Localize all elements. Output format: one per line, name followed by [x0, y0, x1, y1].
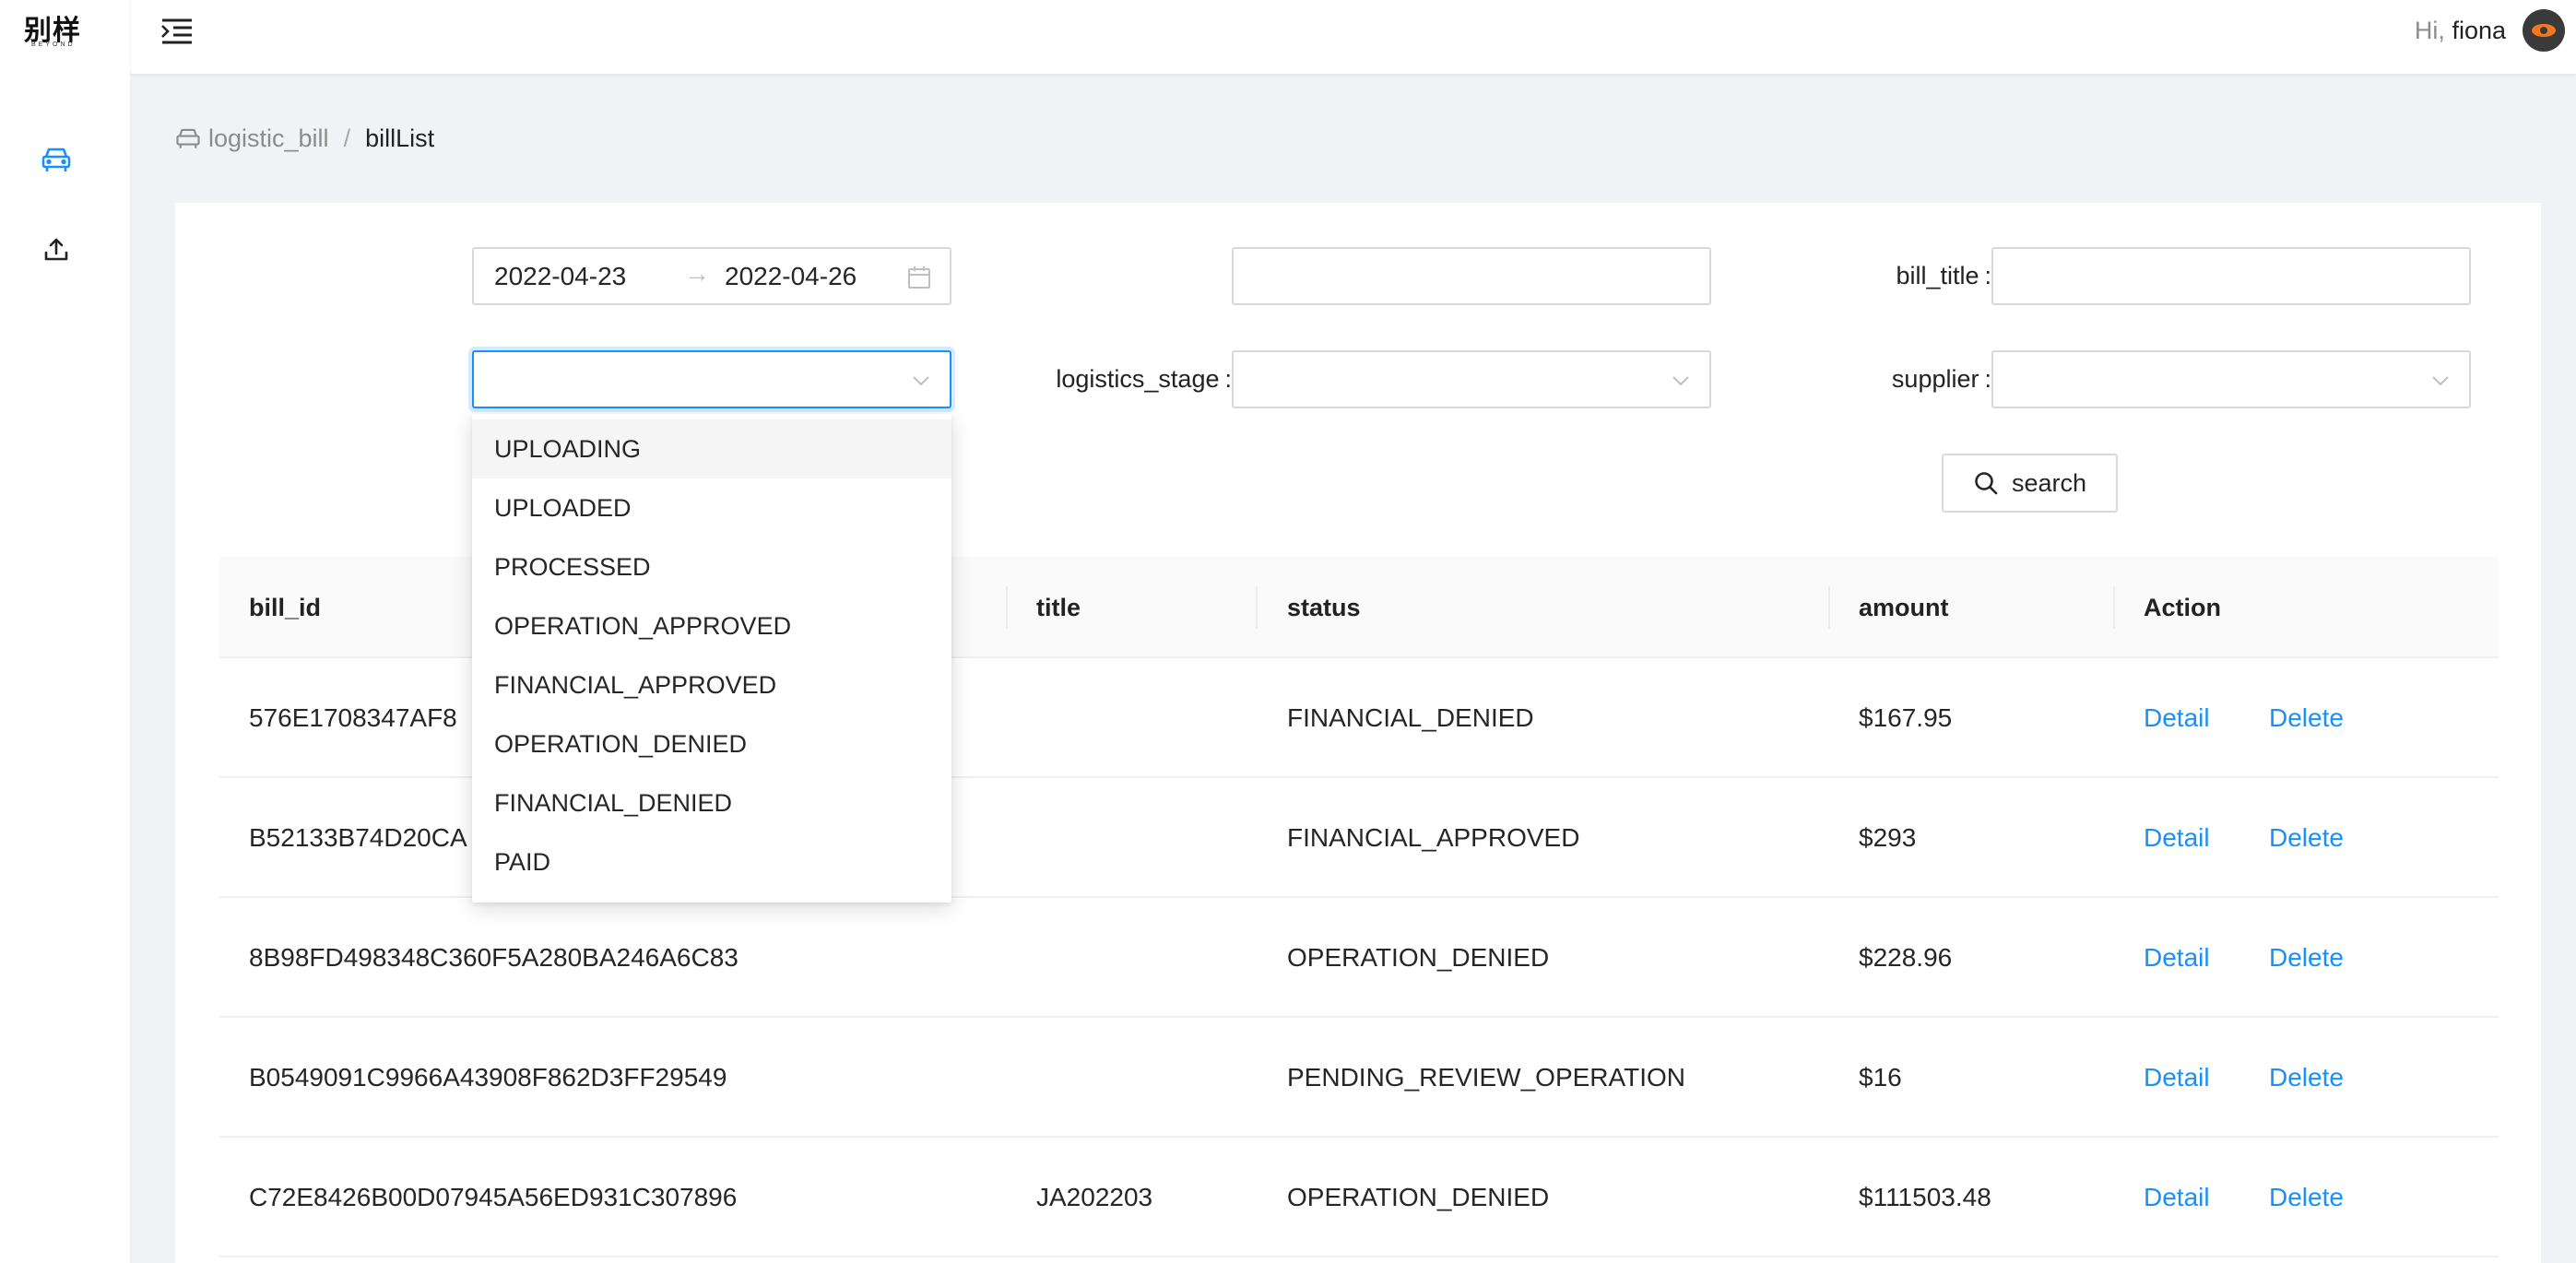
status-option-uploading[interactable]: UPLOADING	[472, 419, 951, 478]
column-header-bill-id: bill_id	[249, 594, 322, 621]
greeting-prefix: Hi,	[2414, 17, 2445, 44]
search-button[interactable]: search	[1942, 454, 2118, 513]
cell-bill-id: 8B98FD498348C360F5A280BA246A6C83	[249, 943, 739, 972]
status-dropdown-menu: UPLOADING UPLOADED PROCESSED OPERATION_A…	[472, 414, 951, 903]
logo-subtext: BEYOND	[31, 41, 76, 48]
chevron-down-icon	[1672, 376, 1689, 386]
breadcrumb-separator: /	[343, 124, 351, 152]
status-option-financial-denied[interactable]: FINANCIAL_DENIED	[472, 773, 951, 832]
detail-link[interactable]: Detail	[2144, 1182, 2210, 1213]
breadcrumb-parent-label: logistic_bill	[208, 124, 329, 152]
search-button-label: search	[2011, 468, 2087, 497]
eye-icon	[2532, 24, 2556, 37]
cell-status: FINANCIAL_DENIED	[1287, 703, 1534, 732]
column-divider	[2113, 586, 2115, 629]
column-header-status: status	[1287, 594, 1361, 621]
column-header-title: title	[1036, 594, 1081, 621]
cell-amount: $16	[1859, 1063, 1902, 1092]
delete-link[interactable]: Delete	[2269, 822, 2344, 854]
bill-title-input[interactable]	[1991, 247, 2471, 305]
cell-status: OPERATION_DENIED	[1287, 943, 1550, 972]
status-option-operation-approved[interactable]: OPERATION_APPROVED	[472, 596, 951, 655]
cell-amount: $167.95	[1859, 703, 1953, 732]
table-row: B0549091C9966A43908F862D3FF29549 PENDING…	[219, 1018, 2499, 1138]
table-row: 8B98FD498348C360F5A280BA246A6C83 OPERATI…	[219, 898, 2499, 1018]
cell-amount: $293	[1859, 823, 1917, 852]
date-range-arrow: →	[684, 259, 710, 288]
supplier-label: supplier:	[1891, 365, 1991, 393]
cell-bill-id: C72E8426B00D07945A56ED931C307896	[249, 1183, 738, 1211]
detail-link[interactable]: Detail	[2144, 1062, 2210, 1093]
status-option-financial-approved[interactable]: FINANCIAL_APPROVED	[472, 655, 951, 714]
table-row: C72E8426B00D07945A56ED931C307896 JA20220…	[219, 1138, 2499, 1257]
column-divider	[1828, 586, 1830, 629]
logistics-stage-select[interactable]	[1232, 350, 1711, 408]
sidebar-item-logistic-bill[interactable]	[40, 143, 73, 176]
bill-title-label: bill_title:	[1896, 262, 1991, 289]
menu-fold-icon	[161, 18, 192, 44]
chevron-down-icon	[913, 376, 929, 386]
menu-toggle-button[interactable]	[159, 15, 195, 48]
cell-amount: $228.96	[1859, 943, 1953, 972]
sidebar-item-upload[interactable]	[40, 232, 73, 266]
status-option-paid[interactable]: PAID	[472, 832, 951, 891]
cell-bill-id: B0549091C9966A43908F862D3FF29549	[249, 1063, 727, 1092]
status-option-processed[interactable]: PROCESSED	[472, 537, 951, 596]
delete-link[interactable]: Delete	[2269, 942, 2344, 974]
status-option-operation-denied[interactable]: OPERATION_DENIED	[472, 714, 951, 773]
chevron-down-icon	[2432, 376, 2449, 386]
status-select[interactable]	[472, 350, 951, 408]
upload-icon	[44, 238, 68, 261]
breadcrumb-parent[interactable]: logistic_bill	[175, 123, 329, 154]
column-divider	[1006, 586, 1008, 629]
detail-link[interactable]: Detail	[2144, 942, 2210, 974]
bill-date-start[interactable]: 2022-04-23	[494, 261, 626, 292]
app-logo[interactable]: 别样 BEYOND	[0, 0, 131, 72]
user-greeting: Hi, fiona	[2415, 15, 2506, 46]
logistics-stage-label: logistics_stage:	[1056, 365, 1232, 393]
delete-link[interactable]: Delete	[2269, 702, 2344, 734]
column-header-action: Action	[2144, 594, 2221, 621]
avatar[interactable]	[2523, 9, 2565, 52]
cell-amount: $111503.48	[1859, 1183, 1991, 1211]
username: fiona	[2452, 17, 2506, 44]
cell-bill-id: 576E1708347AF8	[249, 703, 457, 732]
bill-date-range-picker[interactable]: 2022-04-23 → 2022-04-26	[472, 247, 951, 305]
search-icon	[1975, 472, 1998, 495]
top-header: Hi, fiona	[131, 0, 2576, 74]
status-option-uploaded[interactable]: UPLOADED	[472, 478, 951, 537]
cell-title: JA202203	[1036, 1183, 1153, 1211]
cell-status: PENDING_REVIEW_OPERATION	[1287, 1063, 1686, 1092]
car-icon	[176, 128, 200, 148]
breadcrumb-current: billList	[365, 124, 435, 152]
supplier-select[interactable]	[1991, 350, 2471, 408]
cell-bill-id: B52133B74D20CA	[249, 823, 467, 852]
car-icon	[41, 148, 71, 171]
delete-link[interactable]: Delete	[2269, 1182, 2344, 1213]
column-header-amount: amount	[1859, 594, 1949, 621]
delete-link[interactable]: Delete	[2269, 1062, 2344, 1093]
calendar-icon	[908, 266, 930, 289]
breadcrumb: logistic_bill / billList	[175, 123, 434, 154]
detail-link[interactable]: Detail	[2144, 822, 2210, 854]
column-divider	[1256, 586, 1258, 629]
sidebar: 别样 BEYOND	[0, 0, 131, 1263]
cell-status: FINANCIAL_APPROVED	[1287, 823, 1580, 852]
bill-id-input[interactable]	[1232, 247, 1711, 305]
bill-date-end[interactable]: 2022-04-26	[725, 261, 857, 292]
detail-link[interactable]: Detail	[2144, 702, 2210, 734]
cell-status: OPERATION_DENIED	[1287, 1183, 1550, 1211]
